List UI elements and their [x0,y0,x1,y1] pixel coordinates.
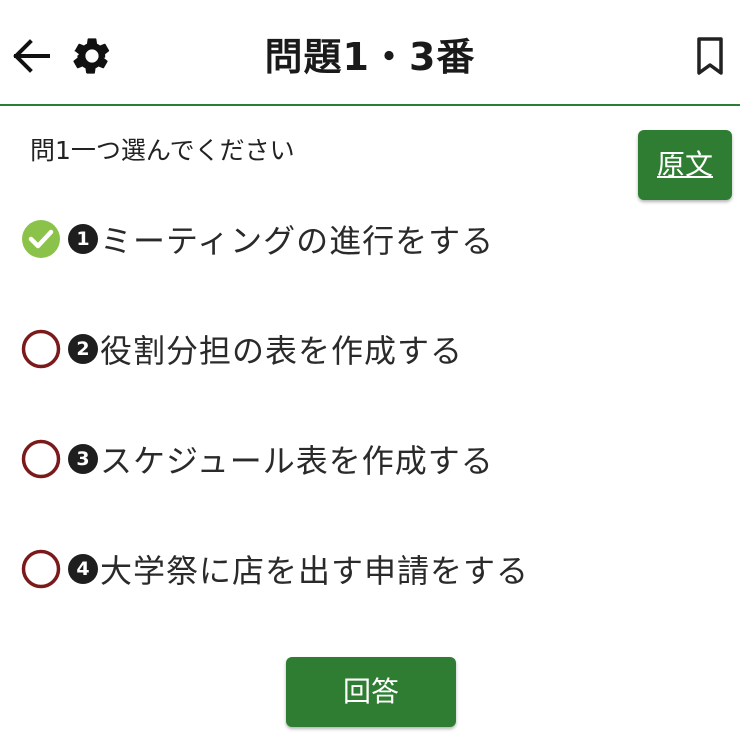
page-title: 問題1・3番 [264,35,476,79]
answer-option-2[interactable]: 2 役割分担の表を作成する [20,324,463,374]
question-instruction: 問1一つ選んでください [30,136,295,165]
arrow-left-icon [13,39,50,73]
bookmark-button[interactable] [690,34,730,78]
answer-button[interactable]: 回答 [286,657,456,727]
answer-option-1[interactable]: 1 ミーティングの進行をする [20,214,494,264]
option-number-badge: 4 [68,554,98,584]
quiz-screen: 問題1・3番 問1一つ選んでください 原文 1 ミーティングの進行をする 2 役… [0,0,740,736]
bookmark-icon [697,37,723,75]
answer-option-4[interactable]: 4 大学祭に店を出す申請をする [20,544,529,594]
option-text: 役割分担の表を作成する [100,332,464,370]
radio-unselected-icon[interactable] [20,438,62,480]
radio-unselected-icon[interactable] [20,548,62,590]
option-number-badge: 1 [68,224,98,254]
source-text-button[interactable]: 原文 [638,130,732,200]
option-number-badge: 3 [68,444,98,474]
option-number-badge: 2 [68,334,98,364]
back-button[interactable] [10,36,54,76]
settings-button[interactable] [70,34,114,78]
check-circle-icon[interactable] [20,218,62,260]
option-text: 大学祭に店を出す申請をする [100,552,530,590]
gear-icon [73,38,110,74]
option-text: スケジュール表を作成する [100,442,494,480]
answer-option-3[interactable]: 3 スケジュール表を作成する [20,434,494,484]
top-bar: 問題1・3番 [0,0,740,106]
option-text: ミーティングの進行をする [100,222,495,260]
radio-unselected-icon[interactable] [20,328,62,370]
